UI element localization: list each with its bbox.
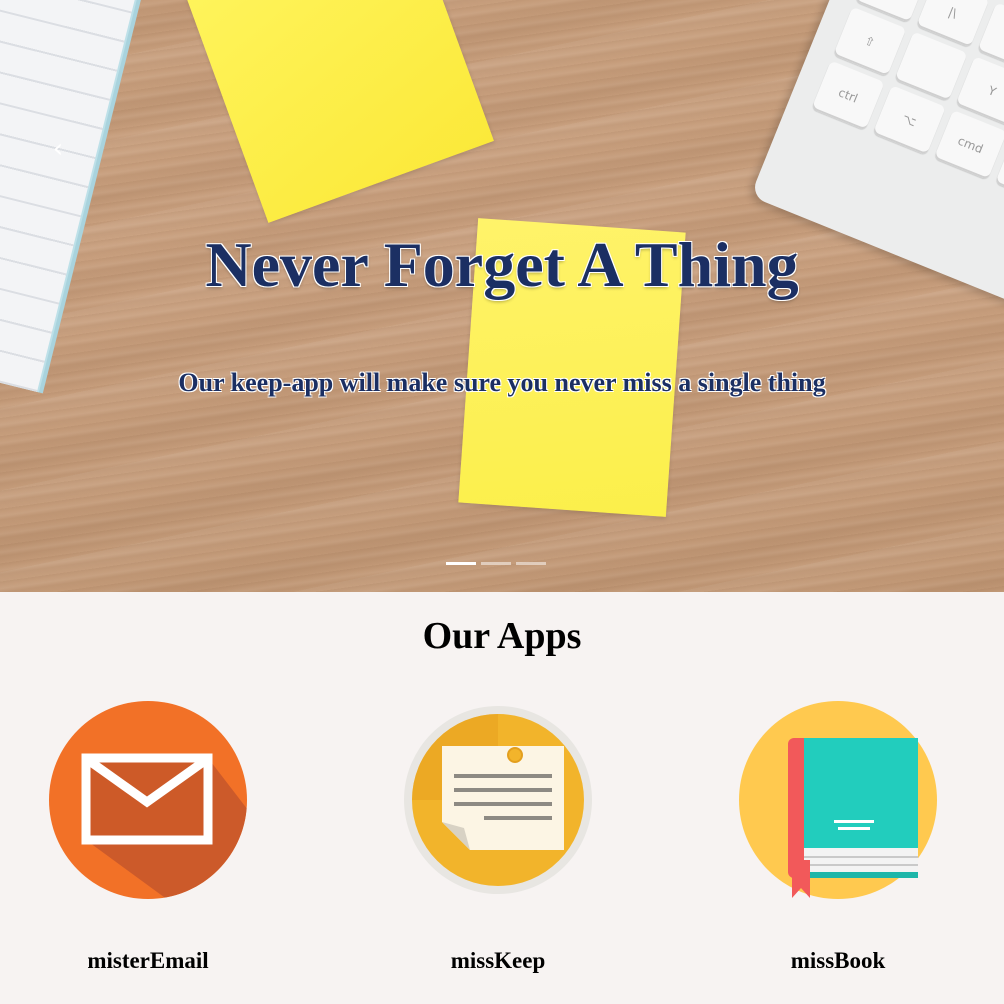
carousel-indicator[interactable] [516,562,546,565]
hero-subtitle: Our keep-app will make sure you never mi… [178,368,826,397]
app-name: missKeep [450,948,546,973]
sticky-note-icon [404,706,592,894]
keyboard-key: cmd [933,109,1004,180]
app-name: missBook [790,948,886,973]
app-card-miss-book[interactable]: missBook [718,700,958,973]
carousel-indicator[interactable] [481,562,511,565]
notebook-image [0,0,139,392]
carousel-indicators [446,562,546,565]
carousel-prev-arrow-icon[interactable]: ‹ [46,134,70,164]
carousel-indicator[interactable] [446,562,476,565]
sticky-note-image [176,0,494,223]
app-card-miss-keep[interactable]: missKeep [378,700,618,973]
envelope-icon [49,701,247,899]
hero-title: Never Forget A Thing [205,229,799,300]
app-name: misterEmail [87,948,209,973]
app-card-mister-email[interactable]: misterEmail [28,700,268,973]
section-title: Our Apps [422,615,582,657]
hero-carousel: ↑ |\ A ⇧ Y ctrl ⌥ cmd ⌘ ‹ Never Forget A… [0,0,1004,592]
apps-section: Our Apps misterEmail missKeep missBook [0,592,1004,1004]
book-icon [739,701,937,899]
